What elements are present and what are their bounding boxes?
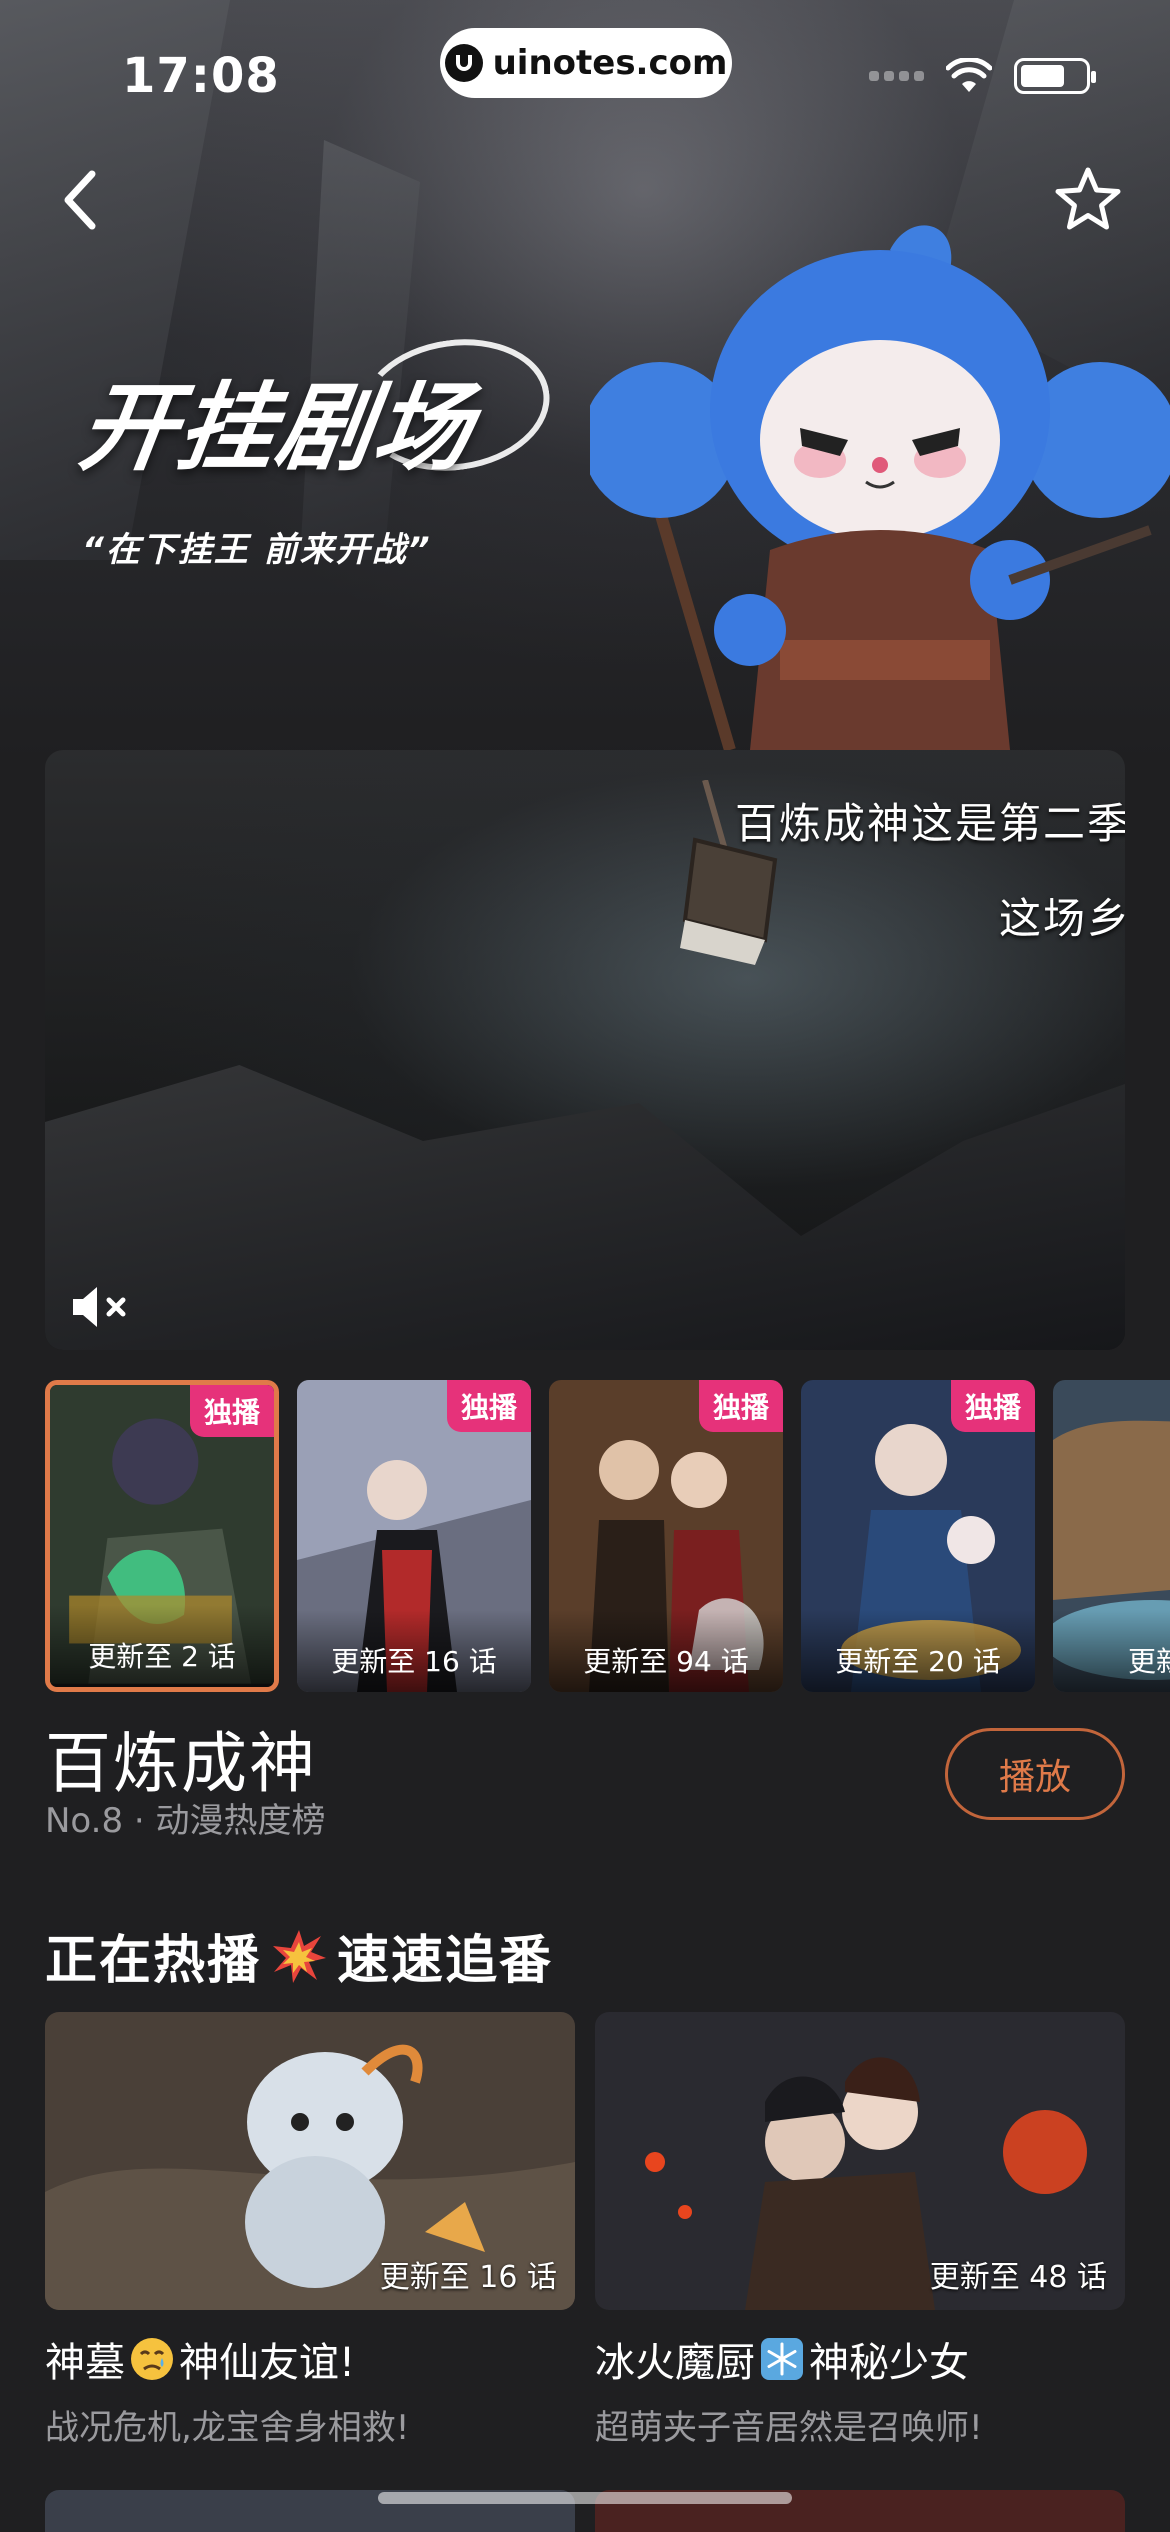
- exclusive-badge: 独播: [698, 1380, 783, 1432]
- section-title: 正在热播 速速追番: [45, 1918, 553, 1993]
- home-indicator[interactable]: [378, 2492, 792, 2504]
- card-title: 冰火魔厨 神秘少女: [595, 2330, 1125, 2388]
- section-title-right: 速速追番: [337, 1931, 554, 1991]
- exclusive-badge: 独播: [950, 1380, 1035, 1432]
- site-logo-icon: [444, 44, 483, 82]
- card-title-b: 神秘少女: [809, 2340, 969, 2386]
- card-update-label: 更新至 16 话: [379, 2260, 557, 2295]
- status-indicators: [869, 58, 1096, 94]
- episode-update-label: 更新至 16 话: [297, 1610, 531, 1692]
- series-thumb[interactable]: 更新至: [1053, 1380, 1170, 1692]
- video-subtitle-line1: 百炼成神这是第二季: [734, 799, 1125, 848]
- show-card-image: 更新至 16 话: [45, 2012, 575, 2310]
- brand-logo: 开挂剧场: [72, 372, 481, 484]
- video-player[interactable]: 百炼成神这是第二季 这场乡: [45, 750, 1125, 1350]
- card-subtitle: 超萌夹子音居然是召唤师!: [595, 2408, 983, 2448]
- card-title-a: 冰火魔厨: [595, 2340, 755, 2386]
- episode-update-label: 更新至 20 话: [801, 1610, 1035, 1692]
- video-scene-rocks: [45, 1065, 1125, 1350]
- series-thumb[interactable]: 独播 更新至 2 话: [45, 1380, 279, 1692]
- back-icon[interactable]: [50, 160, 110, 240]
- url-pill[interactable]: uinotes.com: [440, 28, 732, 98]
- brand-tagline: “在下挂王 前来开战”: [82, 530, 432, 570]
- card-update-label: 更新至 48 话: [929, 2260, 1107, 2295]
- status-time: 17:08: [122, 48, 280, 104]
- crying-face-icon: [131, 2338, 173, 2380]
- url-text: uinotes.com: [492, 43, 728, 83]
- series-thumb[interactable]: 独播 更新至 16 话: [297, 1380, 531, 1692]
- card-subtitle: 战况危机,龙宝舍身相救!: [45, 2408, 410, 2448]
- snowflake-icon: [761, 2338, 803, 2380]
- mascot-illustration: [590, 225, 1170, 750]
- hero-banner: 17:08 uinotes.com 开挂剧场 “在下挂王 前来开战”: [0, 0, 1170, 760]
- mute-icon[interactable]: [69, 1282, 139, 1332]
- play-button[interactable]: 播放: [945, 1728, 1125, 1820]
- card-title: 神墓 神仙友谊!: [45, 2330, 575, 2388]
- exclusive-badge: 独播: [189, 1385, 274, 1437]
- episode-update-label: 更新至 2 话: [50, 1605, 274, 1687]
- video-subtitle-line2: 这场乡: [998, 894, 1125, 943]
- battery-icon: [1014, 58, 1096, 94]
- series-carousel[interactable]: 独播 更新至 2 话 独播 更新至 16 话 独播 更新至 94 话 独播 更新…: [45, 1380, 1170, 1692]
- episode-update-label: 更新至 94 话: [549, 1610, 783, 1692]
- section-title-left: 正在热播: [45, 1931, 262, 1991]
- show-title: 百炼成神: [45, 1725, 317, 1802]
- series-thumb[interactable]: 独播 更新至 94 话: [549, 1380, 783, 1692]
- card-title-a: 神墓: [45, 2340, 125, 2386]
- show-card-image: 更新至 48 话: [595, 2012, 1125, 2310]
- cellular-signal-icon: [869, 71, 924, 81]
- episode-update-label: 更新至: [1053, 1610, 1170, 1692]
- show-ranking: No.8 · 动漫热度榜: [45, 1801, 326, 1841]
- exclusive-badge: 独播: [446, 1380, 531, 1432]
- explosion-icon: [273, 1929, 327, 1983]
- show-card[interactable]: 更新至 48 话 冰火魔厨 神秘少女 超萌夹子音居然是召唤师!: [595, 2012, 1125, 2449]
- show-card[interactable]: 更新至 16 话 神墓 神仙友谊! 战况危机,龙宝舍身相救!: [45, 2012, 575, 2449]
- series-thumb[interactable]: 独播 更新至 20 话: [801, 1380, 1035, 1692]
- card-title-b: 神仙友谊!: [179, 2340, 356, 2386]
- wifi-icon: [946, 58, 992, 92]
